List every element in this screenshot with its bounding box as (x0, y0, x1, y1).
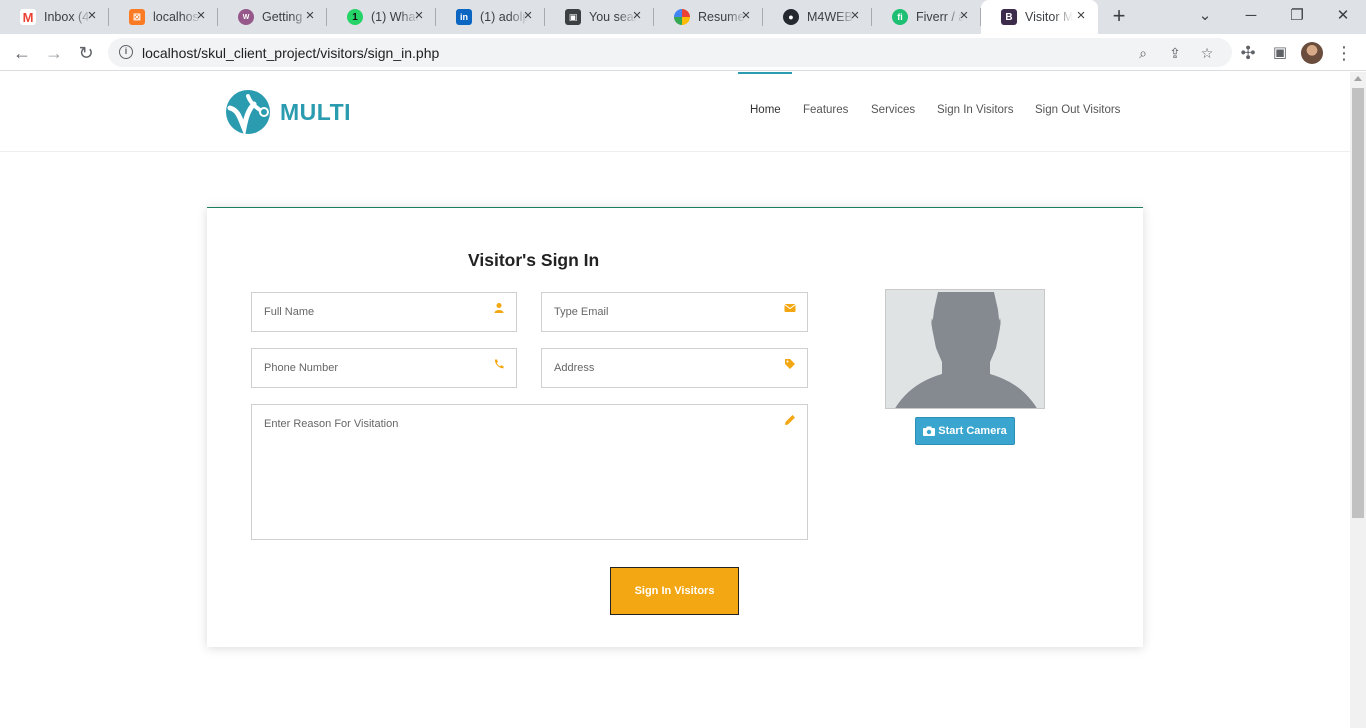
browser-tab-resume[interactable]: Resume × (654, 0, 763, 34)
bootstrap-icon: B (1001, 9, 1017, 25)
browser-toolbar: ← → ↻ i localhost/skul_client_project/vi… (0, 34, 1366, 71)
xampp-icon: ⊠ (129, 9, 145, 25)
user-icon (494, 303, 504, 313)
page-scrollbar[interactable] (1350, 72, 1366, 728)
browser-tab-job-search[interactable]: ▣ You sear × (545, 0, 654, 34)
tag-icon (785, 359, 795, 369)
close-tab-icon[interactable]: × (85, 8, 99, 23)
close-tab-icon[interactable]: × (521, 8, 535, 23)
envelope-icon (784, 304, 796, 312)
reason-field (251, 404, 808, 540)
linkedin-icon: in (456, 9, 472, 25)
pencil-icon (785, 415, 795, 425)
close-tab-icon[interactable]: × (1074, 8, 1088, 23)
sign-in-visitors-button[interactable]: Sign In Visitors (610, 567, 739, 615)
close-window-icon[interactable]: ✕ (1332, 5, 1354, 27)
share-icon[interactable]: ⇪ (1167, 45, 1183, 61)
close-tab-icon[interactable]: × (194, 8, 208, 23)
browser-tab-localhost[interactable]: ⊠ localhos × (109, 0, 218, 34)
close-tab-icon[interactable]: × (303, 8, 317, 23)
form-title: Visitor's Sign In (468, 250, 600, 270)
address-field (541, 348, 808, 388)
close-tab-icon[interactable]: × (412, 8, 426, 23)
browser-tab-github[interactable]: ● M4WEB × (763, 0, 872, 34)
reason-textarea[interactable] (264, 418, 774, 528)
browser-tab-woocommerce[interactable]: W Getting × (218, 0, 327, 34)
email-input[interactable] (554, 306, 774, 318)
restore-icon[interactable]: ❐ (1286, 5, 1308, 27)
close-tab-icon[interactable]: × (848, 8, 862, 23)
whatsapp-icon: 1 (347, 9, 363, 25)
close-tab-icon[interactable]: × (630, 8, 644, 23)
visitor-photo-placeholder (885, 289, 1045, 409)
woocommerce-icon: W (238, 9, 254, 25)
fiverr-icon: fi (892, 9, 908, 25)
site-header: MULTI Home Features Services Sign In Vis… (0, 72, 1350, 152)
browser-tab-linkedin[interactable]: in (1) adolp × (436, 0, 545, 34)
person-silhouette-icon (886, 290, 1044, 408)
resume-icon (674, 9, 690, 25)
browser-tab-visitor-active[interactable]: B Visitor M × (981, 0, 1098, 34)
nav-active-indicator (738, 72, 792, 74)
reload-icon[interactable]: ↻ (74, 41, 98, 65)
address-bar[interactable]: i localhost/skul_client_project/visitors… (108, 38, 1232, 67)
new-tab-icon[interactable]: + (1108, 5, 1130, 28)
tab-search-chevron-icon[interactable]: ⌄ (1194, 5, 1216, 27)
github-icon: ● (783, 9, 799, 25)
extensions-puzzle-icon[interactable]: ✣ (1236, 41, 1260, 65)
browser-tab-strip: M Inbox (4 × ⊠ localhos × W Getting × 1 … (0, 0, 1366, 34)
site-logo[interactable]: MULTI (224, 88, 364, 136)
start-camera-button[interactable]: Start Camera (915, 417, 1015, 445)
close-tab-icon[interactable]: × (957, 8, 971, 23)
phone-field (251, 348, 517, 388)
address-input[interactable] (554, 362, 774, 374)
profile-avatar[interactable] (1301, 42, 1323, 64)
browser-tab-gmail[interactable]: M Inbox (4 × (0, 0, 109, 34)
full-name-field (251, 292, 517, 332)
nav-sign-out-visitors[interactable]: Sign Out Visitors (1035, 104, 1120, 116)
scroll-up-arrow-icon[interactable] (1354, 76, 1362, 81)
logo-mark-icon (226, 90, 270, 136)
phone-icon (494, 359, 504, 369)
bookmark-star-icon[interactable]: ☆ (1199, 45, 1215, 61)
start-camera-label: Start Camera (938, 425, 1007, 437)
nav-home[interactable]: Home (750, 104, 781, 116)
tab-title: Visitor M (1025, 10, 1073, 24)
back-arrow-icon[interactable]: ← (10, 41, 34, 65)
url-text[interactable]: localhost/skul_client_project/visitors/s… (142, 45, 439, 61)
minimize-icon[interactable]: ─ (1240, 5, 1262, 27)
nav-services[interactable]: Services (871, 104, 915, 116)
scrollbar-thumb[interactable] (1352, 88, 1364, 518)
close-tab-icon[interactable]: × (739, 8, 753, 23)
camera-icon (923, 426, 936, 436)
full-name-input[interactable] (264, 306, 484, 318)
briefcase-icon: ▣ (565, 9, 581, 25)
phone-input[interactable] (264, 362, 484, 374)
nav-sign-in-visitors[interactable]: Sign In Visitors (937, 104, 1014, 116)
browser-menu-icon[interactable]: ⋮ (1332, 41, 1356, 65)
email-field (541, 292, 808, 332)
forward-arrow-icon[interactable]: → (42, 41, 66, 65)
site-info-icon[interactable]: i (119, 45, 133, 59)
zoom-icon[interactable]: ⌕ (1135, 45, 1151, 61)
gmail-icon: M (20, 9, 36, 25)
page-viewport: MULTI Home Features Services Sign In Vis… (0, 72, 1350, 728)
browser-tab-fiverr[interactable]: fi Fiverr / a × (872, 0, 981, 34)
logo-text: MULTI (280, 98, 352, 125)
nav-features[interactable]: Features (803, 104, 848, 116)
visitor-sign-in-card: Visitor's Sign In Full Name Type Email P… (207, 207, 1143, 647)
browser-tab-whatsapp[interactable]: 1 (1) What × (327, 0, 436, 34)
side-panel-icon[interactable]: ▣ (1268, 41, 1292, 65)
